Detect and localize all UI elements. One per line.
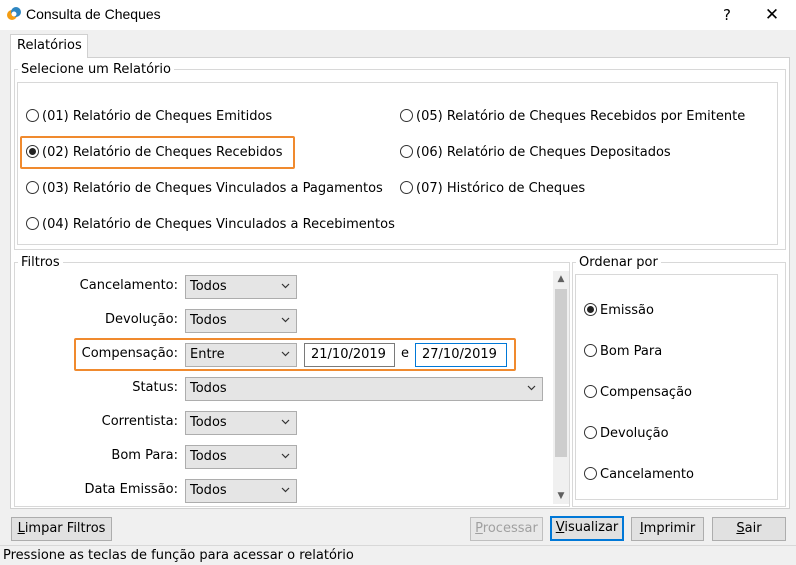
radio-icon (584, 385, 597, 398)
data-emissao-label: Data Emissão: (84, 482, 178, 497)
help-button[interactable]: ? (712, 3, 742, 27)
data-emissao-select[interactable]: Todos (185, 479, 297, 503)
radio-icon (26, 109, 39, 122)
window-title: Consulta de Cheques (26, 6, 161, 22)
correntista-select[interactable]: Todos (185, 411, 297, 435)
chevron-down-icon (281, 487, 290, 493)
order-option-cancelamento[interactable]: Cancelamento (584, 466, 694, 484)
report-option-06[interactable]: (06) Relatório de Cheques Depositados (400, 144, 671, 162)
status-text: Pressione as teclas de função para acess… (3, 548, 354, 563)
report-option-05[interactable]: (05) Relatório de Cheques Recebidos por … (400, 108, 745, 126)
radio-icon (584, 426, 597, 439)
status-label: Status: (132, 380, 178, 395)
close-button[interactable]: ✕ (756, 3, 788, 27)
report-02-highlight (20, 136, 295, 169)
order-option-devolucao[interactable]: Devolução (584, 425, 669, 443)
devolucao-select[interactable]: Todos (185, 309, 297, 333)
radio-selected-icon (584, 303, 597, 316)
chevron-down-icon (281, 453, 290, 459)
chevron-down-icon (281, 419, 290, 425)
tab-relatorios[interactable]: Relatórios (10, 34, 88, 58)
order-option-bom-para[interactable]: Bom Para (584, 343, 662, 361)
limpar-filtros-button[interactable]: Limpar Filtros (11, 517, 112, 541)
scroll-up-icon[interactable]: ▲ (553, 271, 569, 287)
scroll-down-icon[interactable]: ▼ (553, 488, 569, 504)
radio-icon (400, 109, 413, 122)
radio-icon (26, 217, 39, 230)
report-group-legend: Selecione um Relatório (18, 62, 174, 77)
radio-icon (400, 181, 413, 194)
order-group-legend: Ordenar por (576, 255, 661, 270)
status-select[interactable]: Todos (185, 377, 543, 401)
bom-para-select[interactable]: Todos (185, 445, 297, 469)
visualizar-button[interactable]: Visualizar (550, 516, 624, 541)
cancelamento-label: Cancelamento: (79, 278, 178, 293)
chevron-down-icon (281, 283, 290, 289)
imprimir-button[interactable]: Imprimir (631, 517, 704, 541)
order-option-compensacao[interactable]: Compensação (584, 384, 692, 402)
order-option-emissao[interactable]: Emissão (584, 302, 654, 320)
report-option-04[interactable]: (04) Relatório de Cheques Vinculados a R… (26, 216, 395, 234)
app-logo-icon (7, 7, 21, 20)
radio-icon (584, 467, 597, 480)
bom-para-label: Bom Para: (111, 448, 178, 463)
filters-group-legend: Filtros (18, 255, 63, 270)
filters-scrollbar[interactable]: ▲ ▼ (553, 271, 569, 504)
radio-icon (400, 145, 413, 158)
compensacao-highlight (74, 338, 516, 371)
processar-button[interactable]: Processar (470, 517, 543, 541)
scroll-thumb[interactable] (555, 289, 567, 457)
report-option-03[interactable]: (03) Relatório de Cheques Vinculados a P… (26, 180, 383, 198)
title-bar: Consulta de Cheques ? ✕ (0, 0, 796, 30)
radio-icon (584, 344, 597, 357)
report-option-07[interactable]: (07) Histórico de Cheques (400, 180, 585, 198)
status-bar: Pressione as teclas de função para acess… (0, 545, 796, 565)
chevron-down-icon (527, 385, 536, 391)
devolucao-label: Devolução: (105, 312, 178, 327)
radio-icon (26, 181, 39, 194)
correntista-label: Correntista: (101, 414, 178, 429)
cancelamento-select[interactable]: Todos (185, 275, 297, 299)
sair-button[interactable]: Sair (712, 517, 786, 541)
chevron-down-icon (281, 317, 290, 323)
report-option-01[interactable]: (01) Relatório de Cheques Emitidos (26, 108, 272, 126)
